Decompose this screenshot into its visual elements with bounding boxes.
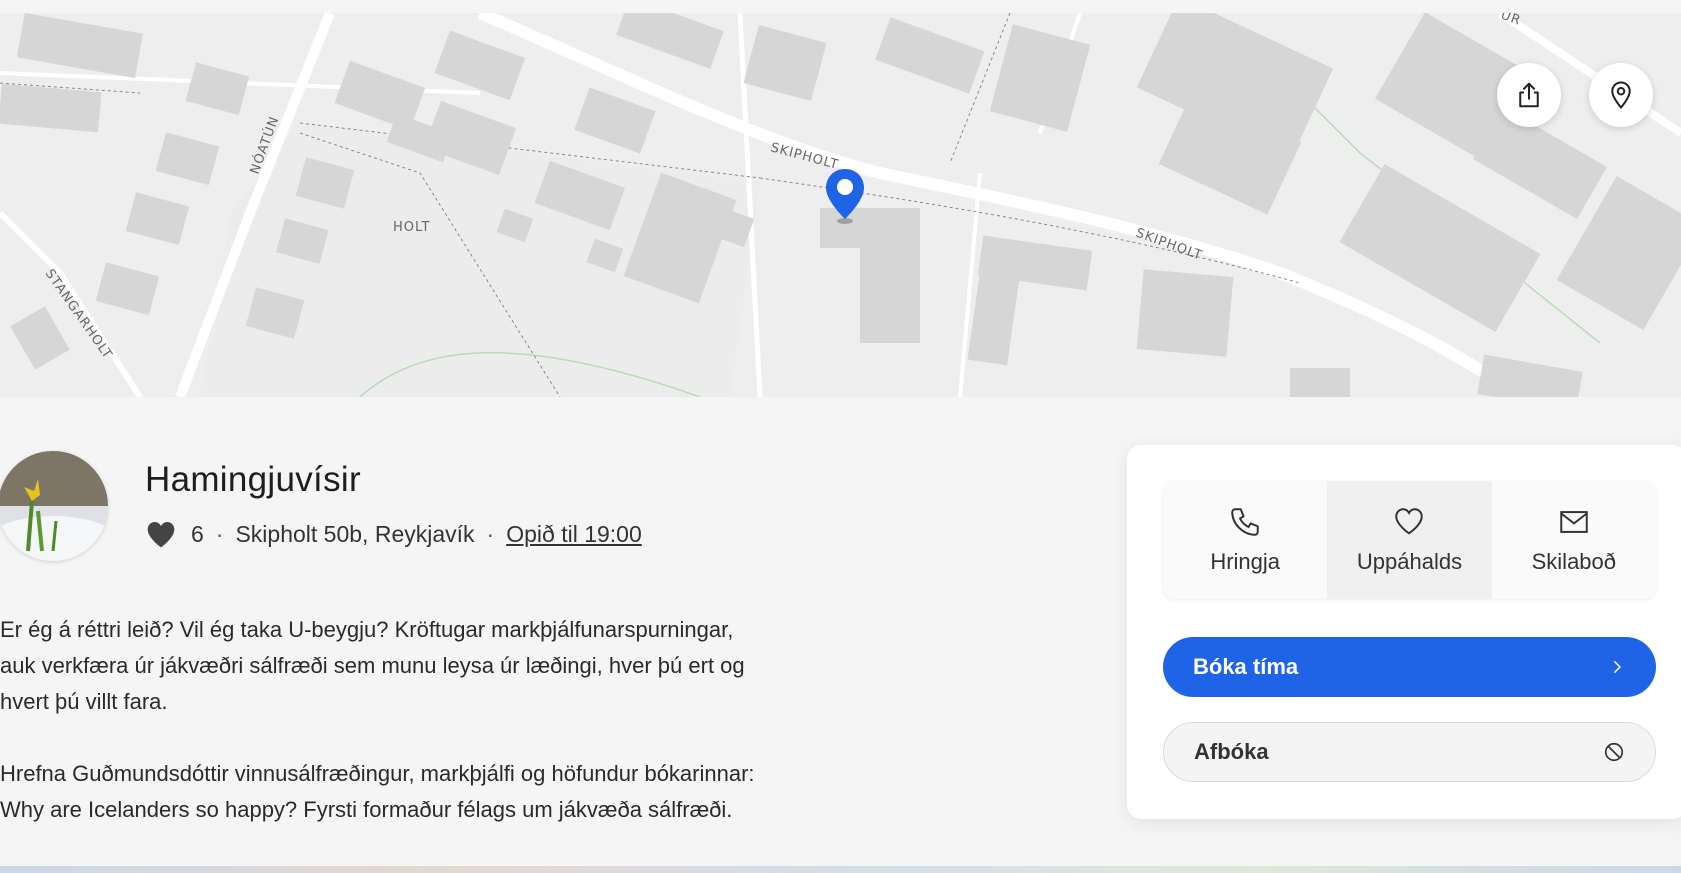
phone-icon	[1231, 508, 1259, 536]
message-label: Skilaboð	[1531, 549, 1617, 574]
envelope-icon	[1560, 511, 1588, 533]
heart-outline-icon	[1395, 508, 1424, 535]
flower-avatar-image	[0, 451, 108, 561]
chevron-right-icon	[1614, 661, 1621, 673]
description-paragraph-2: Hrefna Guðmundsdóttir vinnusálfræðingur,…	[0, 761, 755, 822]
window-bottom-edge	[0, 866, 1681, 873]
favorite-button[interactable]: Uppáhalds	[1327, 481, 1492, 599]
business-address: Skipholt 50b, Reykjavík	[235, 520, 475, 547]
cancel-booking-button[interactable]: Afbóka	[1163, 722, 1656, 782]
heart-icon	[147, 522, 175, 548]
location-marker-icon[interactable]	[823, 167, 867, 225]
business-description: Er ég á réttri leið? Vil ég taka U-beygj…	[0, 612, 760, 864]
meta-separator: ·	[486, 520, 495, 547]
favorites-count: 6	[191, 520, 204, 547]
cancel-booking-label: Afbóka	[1194, 739, 1269, 764]
location-map[interactable]: SKIPHOLT SKIPHOLT NÓATÚN STANGARHOLT HOL…	[0, 13, 1681, 397]
favorite-label: Uppáhalds	[1356, 549, 1463, 574]
business-avatar	[0, 451, 108, 561]
book-appointment-button[interactable]: Bóka tíma	[1163, 637, 1656, 697]
share-icon	[1519, 82, 1539, 108]
contact-actions: Hringja Uppáhalds Skilaboð	[1163, 481, 1656, 599]
opening-hours-link[interactable]: Opið til 19:00	[506, 521, 642, 548]
map-label-holt: HOLT	[393, 220, 430, 235]
share-button[interactable]	[1497, 63, 1561, 127]
book-appointment-label: Bóka tíma	[1193, 654, 1299, 679]
location-pin-icon	[1611, 81, 1631, 110]
block-icon	[1604, 742, 1624, 762]
description-paragraph-1: Er ég á réttri leið? Vil ég taka U-beygj…	[0, 617, 745, 714]
call-label: Hringja	[1210, 549, 1281, 574]
meta-separator: ·	[215, 520, 224, 547]
booking-card: Hringja Uppáhalds Skilaboð Bóka tíma Afb…	[1127, 445, 1681, 819]
call-button[interactable]: Hringja	[1163, 481, 1328, 599]
business-name: Hamingjuvísir	[145, 460, 361, 499]
business-meta: 6 · Skipholt 50b, Reykjavík · Opið til 1…	[145, 516, 642, 552]
location-button[interactable]	[1589, 63, 1653, 127]
message-button[interactable]: Skilaboð	[1491, 481, 1656, 599]
